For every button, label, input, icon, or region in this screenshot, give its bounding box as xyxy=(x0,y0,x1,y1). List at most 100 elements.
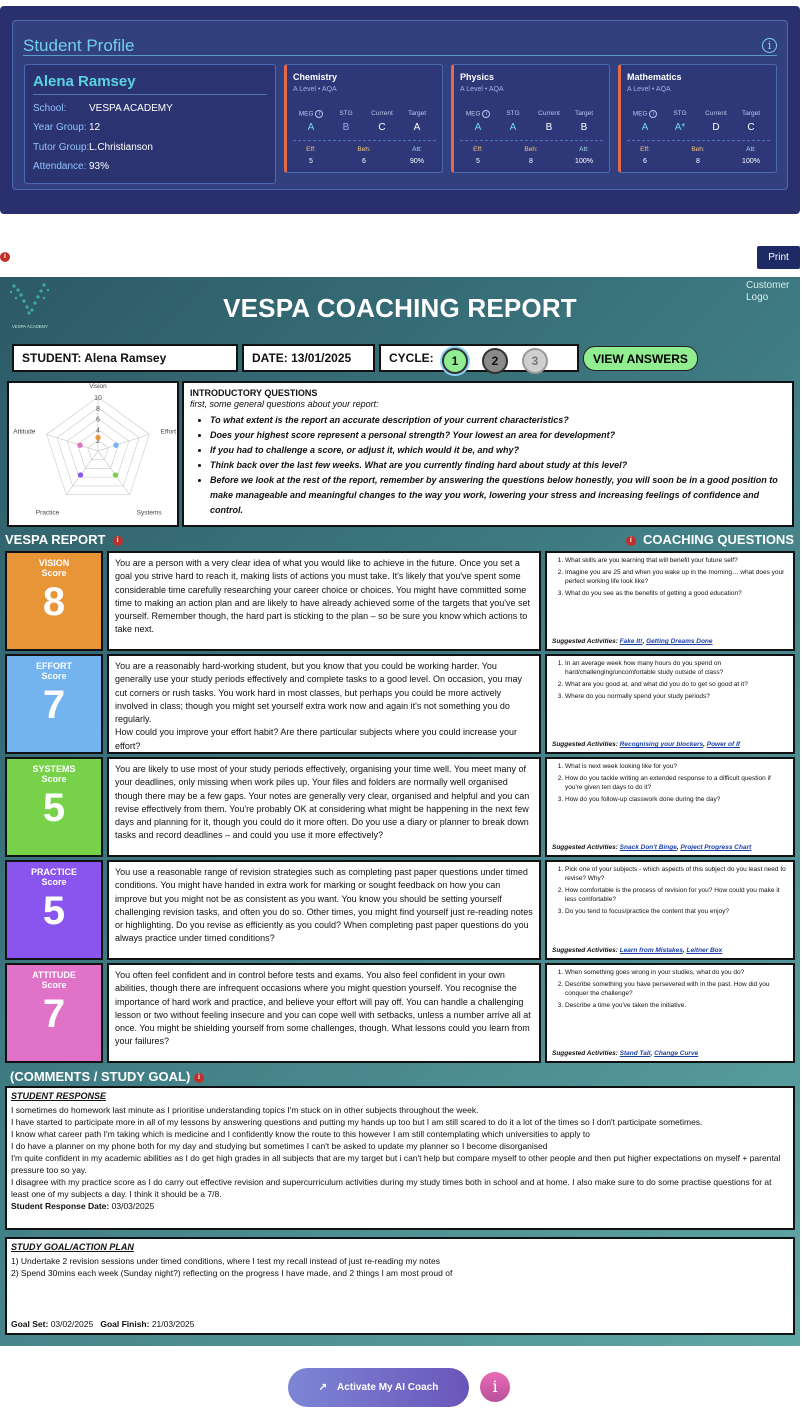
radar-point-vision xyxy=(95,434,101,441)
info-icon[interactable]: i xyxy=(482,110,491,118)
info-icon[interactable]: i xyxy=(112,535,123,546)
print-button[interactable]: Print xyxy=(757,246,800,269)
divider xyxy=(627,140,770,141)
coaching-question: When something goes wrong in your studie… xyxy=(565,968,788,977)
radar-axis-label: Practice xyxy=(36,509,60,516)
radar-tick-label: 6 xyxy=(96,417,100,424)
info-icon[interactable]: i xyxy=(193,1072,204,1083)
attitude-description: You often feel confident and in control … xyxy=(107,963,541,1063)
activity-link[interactable]: Project Progress Chart xyxy=(680,844,751,851)
practice-score-card: PRACTICE Score 5 xyxy=(5,860,103,960)
eff-header: Eff: xyxy=(640,146,650,153)
comments-heading: (COMMENTS / STUDY GOAL) i xyxy=(10,1069,204,1084)
effort-score-card: EFFORT Score 7 xyxy=(5,654,103,754)
systems-description: You are likely to use most of your study… xyxy=(107,757,541,857)
report-title: VESPA COACHING REPORT xyxy=(223,293,577,323)
radar-axis-line xyxy=(97,450,131,495)
score-value: 5 xyxy=(42,786,66,830)
activity-link[interactable]: Change Curve xyxy=(654,1050,698,1057)
info-icon[interactable]: i xyxy=(762,38,777,53)
student-name: Alena Ramsey xyxy=(33,73,136,90)
coaching-questions-heading: i COACHING QUESTIONS xyxy=(625,532,794,547)
coaching-question: Where do you normally spend your study p… xyxy=(565,692,788,701)
activity-link[interactable]: Learn from Mistakes xyxy=(620,947,683,954)
suggested-activities: Suggested Activities: Stand Tall, Change… xyxy=(552,1050,699,1057)
att-header: Att: xyxy=(746,146,756,153)
att-header: Att: xyxy=(579,146,589,153)
intro-question: Before we look at the rest of the report… xyxy=(210,473,786,518)
attendance-row: Attendance: 93% xyxy=(33,161,109,172)
divider xyxy=(23,55,777,56)
cycle-1-button[interactable]: 1 xyxy=(442,348,468,374)
cycle-2-button[interactable]: 2 xyxy=(482,348,508,374)
coaching-question: Describe something you have persevered w… xyxy=(565,980,788,998)
target-header: Target xyxy=(574,110,594,117)
vespa-report: VESPA ACADEMY VESPA COACHING REPORT Cust… xyxy=(0,277,800,1346)
activity-link[interactable]: Getting Dreams Done xyxy=(646,638,712,645)
student-profile-card: Student Profile i Alena Ramsey School: VE… xyxy=(12,20,788,190)
target-header: Target xyxy=(407,110,427,117)
radar-point-effort xyxy=(113,442,119,448)
study-goal-box[interactable]: STUDY GOAL/ACTION PLAN 1) Undertake 2 re… xyxy=(5,1237,795,1335)
radar-axis-line xyxy=(46,433,99,452)
score-value: 5 xyxy=(42,889,66,933)
ai-coach-info-icon[interactable]: i xyxy=(480,1372,510,1402)
info-icon[interactable]: i xyxy=(315,110,324,118)
eff-value: 5 xyxy=(309,158,313,165)
eff-header: Eff: xyxy=(306,146,316,153)
radar-tick-label: 4 xyxy=(96,427,100,434)
activity-link[interactable]: Fake It! xyxy=(620,638,643,645)
effort-description: You are a reasonably hard-working studen… xyxy=(107,654,541,754)
activity-link[interactable]: Stand Tall xyxy=(620,1050,651,1057)
meg-header: MEG i xyxy=(625,110,665,118)
student-response-box[interactable]: STUDENT RESPONSE I sometimes do homework… xyxy=(5,1086,795,1230)
target-grade: A xyxy=(413,122,421,133)
student-profile-panel: Student Profile i Alena Ramsey School: VE… xyxy=(0,6,800,214)
radar-point-practice xyxy=(77,472,84,478)
activity-link[interactable]: Leitner Box xyxy=(687,947,723,954)
vision-description: You are a person with a very clear idea … xyxy=(107,551,541,651)
activate-ai-coach-button[interactable]: ↗ Activate My AI Coach xyxy=(288,1368,469,1407)
att-value: 100% xyxy=(742,158,760,165)
field-value: 12 xyxy=(89,122,101,133)
effort-coaching-questions: In an average week how many hours do you… xyxy=(545,654,795,754)
student-response-date: Student Response Date: 03/03/2025 xyxy=(11,1201,155,1211)
practice-description: You use a reasonable range of revision s… xyxy=(107,860,541,960)
rocket-icon: ↗ xyxy=(318,1382,328,1393)
radar-axis-label: Vision xyxy=(89,383,107,390)
subject-name: Chemistry xyxy=(293,72,338,82)
stg-grade: A xyxy=(509,122,517,133)
suggested-activities: Suggested Activities: Learn from Mistake… xyxy=(552,947,723,954)
coaching-question: What skills are you learning that will b… xyxy=(565,556,788,565)
activity-link[interactable]: Snack Don't Binge xyxy=(620,844,677,851)
score-value: 8 xyxy=(42,580,66,624)
target-grade: B xyxy=(580,122,588,133)
cycle-selector: CYCLE: 1 2 3 xyxy=(379,344,579,374)
eff-value: 5 xyxy=(476,158,480,165)
intro-question: Think back over the last few weeks. What… xyxy=(210,458,786,473)
coaching-question: How comfortable is the process of revisi… xyxy=(565,886,788,904)
activity-link[interactable]: Recognising your blockers xyxy=(620,741,703,748)
divider xyxy=(293,140,436,141)
att-header: Att: xyxy=(412,146,422,153)
intro-question: Does your highest score represent a pers… xyxy=(210,428,786,443)
vision-score-card: VISION Score 8 xyxy=(5,551,103,651)
attitude-coaching-questions: When something goes wrong in your studie… xyxy=(545,963,795,1063)
field-value: VESPA ACADEMY xyxy=(89,103,173,114)
suggested-activities: Suggested Activities: Snack Don't Binge,… xyxy=(552,844,752,851)
radar-tick-label: 8 xyxy=(96,406,100,413)
info-icon[interactable]: i xyxy=(625,535,636,546)
view-answers-button[interactable]: VIEW ANSWERS xyxy=(583,346,698,371)
current-header: Current xyxy=(538,110,560,117)
beh-header: Beh: xyxy=(691,146,705,153)
school-row: School: VESPA ACADEMY xyxy=(33,103,173,114)
goal-dates: Goal Set: 03/02/2025 Goal Finish: 21/03/… xyxy=(11,1319,195,1329)
stg-header: STG xyxy=(673,110,687,117)
cycle-3-button[interactable]: 3 xyxy=(522,348,548,374)
alert-icon[interactable]: i xyxy=(0,252,10,262)
info-icon[interactable]: i xyxy=(649,110,658,118)
coaching-question: Imagine you are 25 and when you wake up … xyxy=(565,568,788,586)
activity-link[interactable]: Power of If xyxy=(707,741,740,748)
score-title: PRACTICE xyxy=(30,867,77,877)
score-label: Score xyxy=(41,671,67,681)
